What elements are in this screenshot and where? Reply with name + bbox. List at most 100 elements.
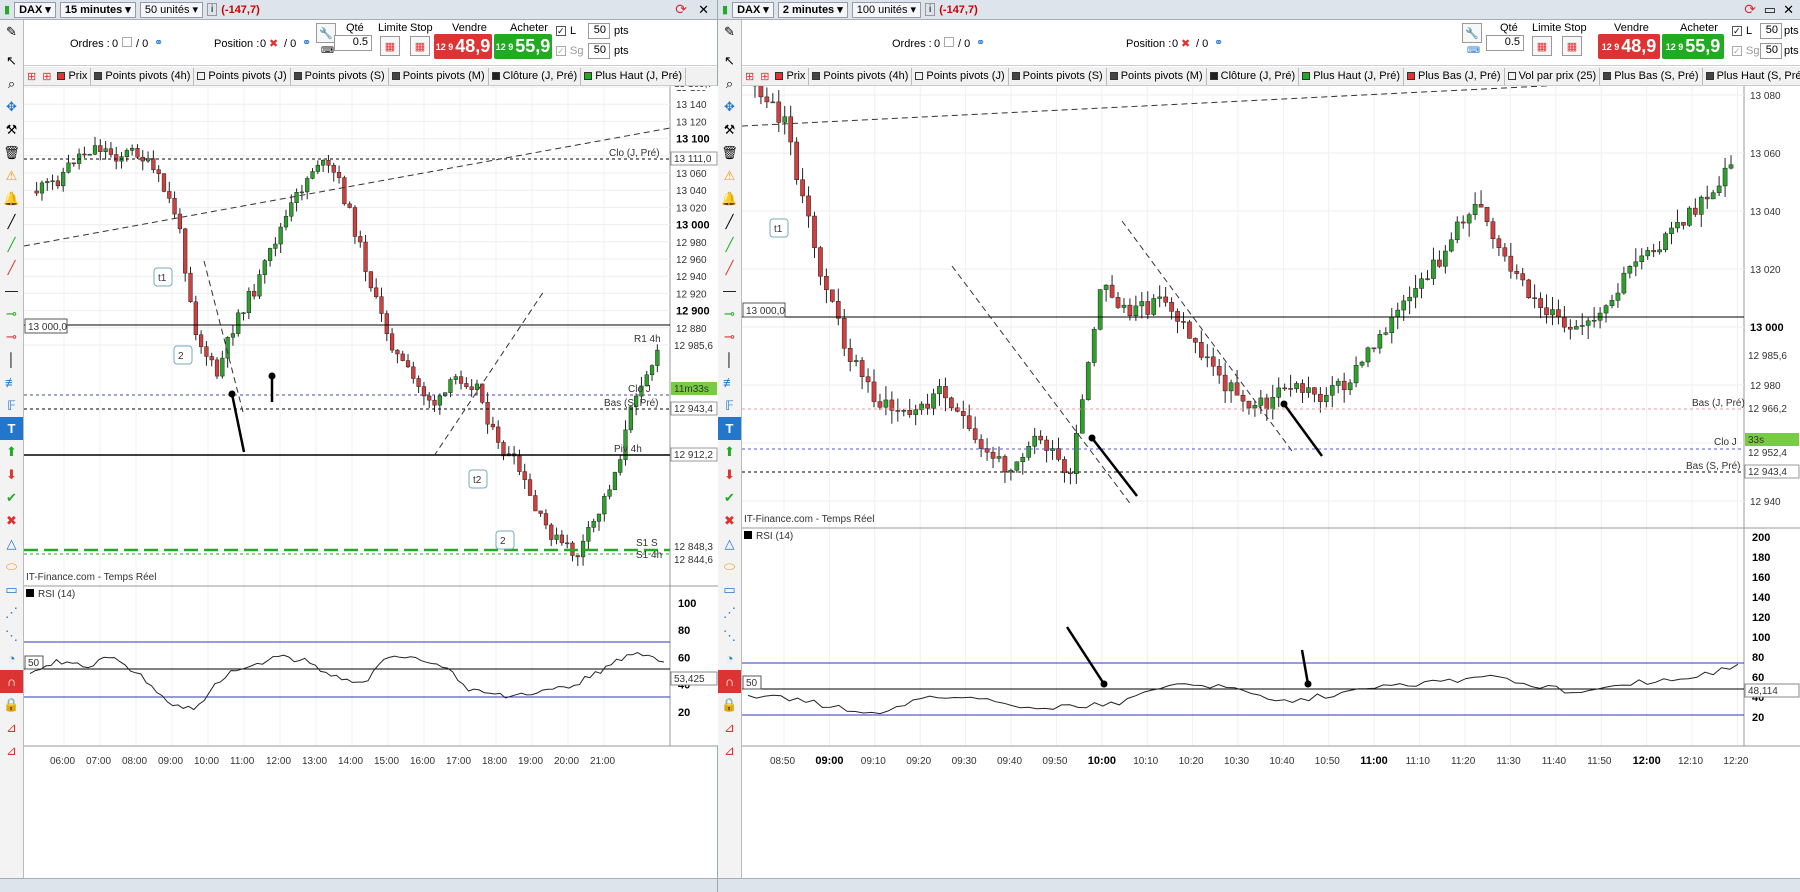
alarm-icon[interactable]: ⚠: [0, 164, 23, 187]
indicator-item[interactable]: Plus Haut (J, Pré): [1299, 67, 1405, 85]
indicator-item[interactable]: Plus Bas (S, Pré): [1600, 67, 1703, 85]
info-icon[interactable]: i: [207, 3, 218, 16]
cursor-icon[interactable]: ↖: [718, 49, 741, 72]
channel-icon[interactable]: ≢: [718, 371, 741, 394]
indicator-item[interactable]: Points pivots (M): [1107, 67, 1207, 85]
close-icon[interactable]: ✕: [1783, 2, 1794, 18]
hline-icon[interactable]: —: [0, 279, 23, 302]
triangle-icon[interactable]: △: [0, 532, 23, 555]
pencil-icon[interactable]: ✎: [0, 20, 23, 43]
indicator-item[interactable]: Prix: [772, 67, 810, 85]
magnet-icon[interactable]: ∩: [718, 670, 741, 693]
hline-red-icon[interactable]: ⊸: [0, 325, 23, 348]
add-indicator-icon[interactable]: ⊞: [742, 70, 757, 83]
green-line-icon[interactable]: ╱: [0, 233, 23, 256]
indicator-item[interactable]: Points pivots (M): [389, 67, 489, 85]
bell-icon[interactable]: 🔔: [718, 187, 741, 210]
timeframe-select[interactable]: 15 minutes ▾: [59, 1, 136, 18]
units-select[interactable]: 50 unités ▾: [139, 1, 204, 18]
pattern-icon[interactable]: ⋰: [718, 601, 741, 624]
cursor-icon[interactable]: ↖: [0, 49, 23, 72]
rectangle-icon[interactable]: ▭: [0, 578, 23, 601]
hline-green-icon[interactable]: ⊸: [0, 302, 23, 325]
buy-button[interactable]: 12 9 55,9: [494, 34, 552, 59]
line-tool-icon[interactable]: ╱: [0, 210, 23, 233]
magnet-icon[interactable]: ∩: [0, 670, 23, 693]
cross-icon[interactable]: ✖: [718, 509, 741, 532]
ellipse-icon[interactable]: ⬭: [0, 555, 23, 578]
close-orders-icon[interactable]: [122, 37, 132, 47]
buy-button[interactable]: 12 9 55,9: [1662, 34, 1724, 59]
indicator-item[interactable]: Prix: [54, 67, 92, 85]
indicator-item[interactable]: Clôture (J, Pré): [1207, 67, 1300, 85]
red-line-icon[interactable]: ╱: [718, 256, 741, 279]
units-select[interactable]: 100 unités ▾: [851, 1, 922, 18]
trash-icon[interactable]: 🗑: [718, 141, 741, 164]
arrow-up-icon[interactable]: ⬆: [718, 440, 741, 463]
remove-indicator-icon[interactable]: ⊞: [39, 70, 54, 83]
pattern-icon[interactable]: ⋰: [0, 601, 23, 624]
remove-indicator-icon[interactable]: ⊞: [757, 70, 772, 83]
hline-red-icon[interactable]: ⊸: [718, 325, 741, 348]
green-line-icon[interactable]: ╱: [718, 233, 741, 256]
gann-icon[interactable]: ◔: [718, 647, 741, 670]
text-icon[interactable]: T: [718, 417, 741, 440]
lock-icon[interactable]: 🔒: [0, 693, 23, 716]
pts-input-1[interactable]: 50: [1760, 23, 1782, 39]
brush-icon[interactable]: ⚒: [0, 118, 23, 141]
indicator-item[interactable]: Plus Haut (S, Pré): [1703, 68, 1800, 85]
l-checkbox[interactable]: ✓: [1732, 26, 1742, 36]
close-position-icon[interactable]: ✖: [1181, 37, 1190, 50]
channel-icon[interactable]: ≢: [0, 371, 23, 394]
link-icon[interactable]: ⚭: [976, 36, 985, 49]
indicator-item[interactable]: Points pivots (4h): [809, 67, 913, 85]
indicator-item[interactable]: Points pivots (S): [1009, 67, 1107, 85]
arrow-down-icon[interactable]: ⬇: [0, 463, 23, 486]
brush-icon[interactable]: ⚒: [718, 118, 741, 141]
wrench-icon[interactable]: 🔧: [1462, 23, 1482, 43]
zoom-icon[interactable]: ⌕: [718, 72, 741, 95]
hline-icon[interactable]: —: [718, 279, 741, 302]
fib-icon[interactable]: 𝔽: [718, 394, 741, 417]
arrow-down-icon[interactable]: ⬇: [718, 463, 741, 486]
refresh-icon[interactable]: ⟳: [1744, 1, 1756, 18]
bell-icon[interactable]: 🔔: [0, 187, 23, 210]
pts-input-1[interactable]: 50: [588, 23, 610, 39]
minimize-icon[interactable]: ▭: [1764, 2, 1776, 18]
indicator-item[interactable]: Points pivots (J): [912, 67, 1009, 85]
refresh-icon[interactable]: ⟳: [675, 1, 687, 18]
indicator-item[interactable]: Points pivots (J): [194, 67, 291, 85]
qty-input[interactable]: 0.5: [334, 35, 372, 51]
hline-green-icon[interactable]: ⊸: [718, 302, 741, 325]
indicator-item[interactable]: Points pivots (4h): [91, 67, 195, 85]
hide-icon[interactable]: ⊿: [718, 716, 741, 739]
sg-checkbox[interactable]: ✓: [1732, 46, 1742, 56]
wrench-icon[interactable]: 🔧: [316, 23, 336, 43]
arrow-up-icon[interactable]: ⬆: [0, 440, 23, 463]
close-icon[interactable]: ✕: [698, 2, 709, 18]
sg-checkbox[interactable]: ✓: [556, 46, 566, 56]
keyboard-icon[interactable]: ⌨: [321, 45, 334, 56]
timeframe-select[interactable]: 2 minutes ▾: [777, 1, 848, 18]
indicator-item[interactable]: Plus Bas (J, Pré): [1404, 67, 1505, 85]
check-icon[interactable]: ✔: [718, 486, 741, 509]
cross-icon[interactable]: ✖: [0, 509, 23, 532]
delete-all-icon[interactable]: ⊿: [718, 739, 741, 762]
trash-icon[interactable]: 🗑: [0, 141, 23, 164]
pts-input-2[interactable]: 50: [588, 43, 610, 59]
info-icon[interactable]: i: [925, 3, 936, 16]
alarm-icon[interactable]: ⚠: [718, 164, 741, 187]
right-price-chart[interactable]: 13 080 13 060 13 040 13 020 13 000 12 980 12 9…: [742, 86, 1800, 878]
add-indicator-icon[interactable]: ⊞: [24, 70, 39, 83]
link-icon[interactable]: ⚭: [154, 36, 163, 49]
gann-icon[interactable]: ◔: [0, 647, 23, 670]
vline-icon[interactable]: │: [0, 348, 23, 371]
sell-button[interactable]: 12 9 48,9: [434, 34, 492, 59]
stop-order-icon[interactable]: ▦: [410, 36, 430, 56]
triangle-icon[interactable]: △: [718, 532, 741, 555]
pencil-icon[interactable]: ✎: [718, 20, 741, 43]
indicator-item[interactable]: Clôture (J, Pré): [489, 67, 582, 85]
qty-input[interactable]: 0.5: [1486, 35, 1524, 51]
sell-button[interactable]: 12 9 48,9: [1598, 34, 1660, 59]
indicator-item[interactable]: Points pivots (S): [291, 67, 389, 85]
